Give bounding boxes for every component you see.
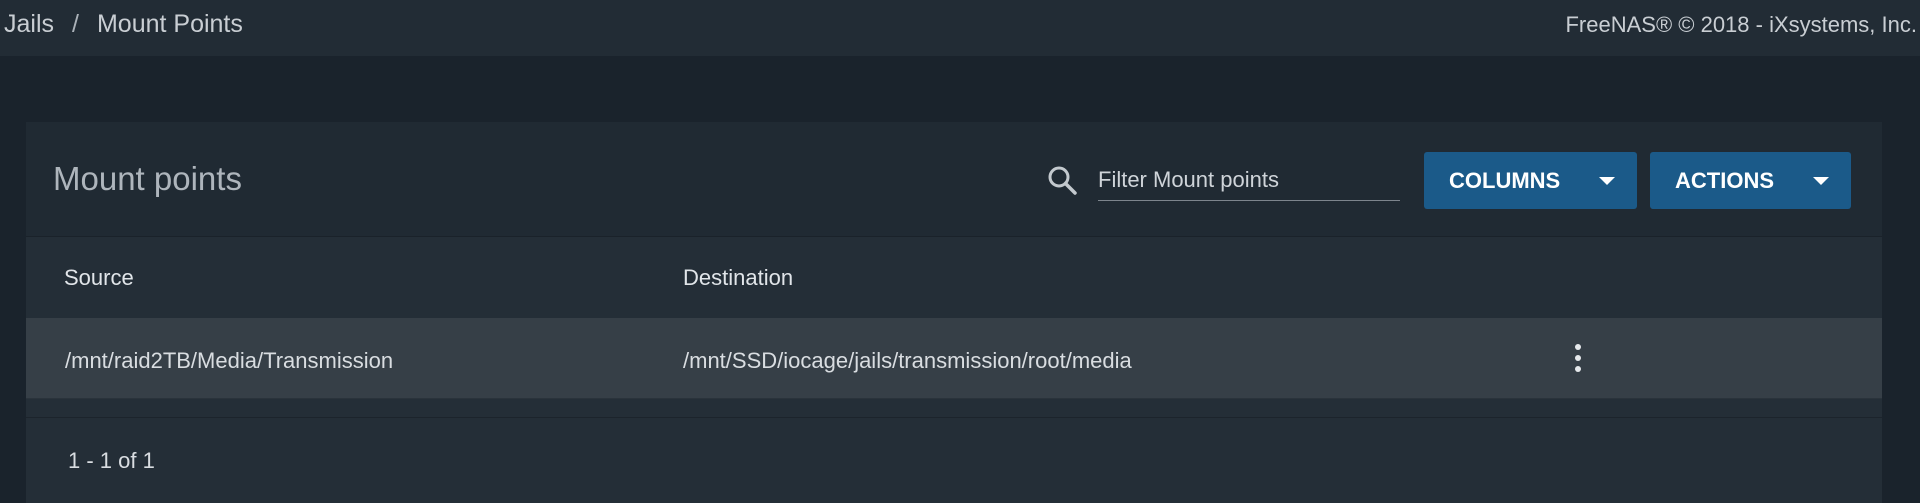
filter-field <box>1046 160 1418 204</box>
breadcrumb-item-jails[interactable]: Jails <box>4 10 54 39</box>
chevron-down-icon <box>1599 177 1615 185</box>
mount-points-card: Mount points COLUMNS ACTIONS Source Dest… <box>26 122 1882 503</box>
pagination-range: 1 - 1 of 1 <box>68 448 155 473</box>
columns-button[interactable]: COLUMNS <box>1424 152 1637 209</box>
destination-cell: /mnt/SSD/iocage/jails/transmission/root/… <box>683 348 1132 373</box>
card-header: Mount points COLUMNS ACTIONS <box>26 122 1882 237</box>
search-icon <box>1048 166 1077 195</box>
actions-button-label: ACTIONS <box>1675 167 1774 193</box>
table-row[interactable]: /mnt/raid2TB/Media/Transmission /mnt/SSD… <box>26 318 1882 399</box>
column-header-destination[interactable]: Destination <box>683 265 793 291</box>
breadcrumb-separator: / <box>72 10 79 38</box>
column-header-source[interactable]: Source <box>64 265 134 291</box>
columns-button-label: COLUMNS <box>1449 167 1561 193</box>
filter-input[interactable] <box>1098 160 1400 201</box>
top-bar: Jails / Mount Points FreeNAS® © 2018 - i… <box>0 0 1920 56</box>
copyright-text: FreeNAS® © 2018 - iXsystems, Inc. <box>1565 12 1917 37</box>
chevron-down-icon <box>1813 177 1829 185</box>
actions-button[interactable]: ACTIONS <box>1650 152 1851 209</box>
breadcrumb: Jails / Mount Points <box>4 10 243 39</box>
more-vert-icon[interactable] <box>1566 340 1590 376</box>
table-header: Source Destination <box>26 237 1882 317</box>
source-cell: /mnt/raid2TB/Media/Transmission <box>65 348 394 373</box>
table-footer: 1 - 1 of 1 <box>26 417 1882 503</box>
breadcrumb-item-mount-points: Mount Points <box>96 10 243 38</box>
page-title: Mount points <box>53 160 242 197</box>
